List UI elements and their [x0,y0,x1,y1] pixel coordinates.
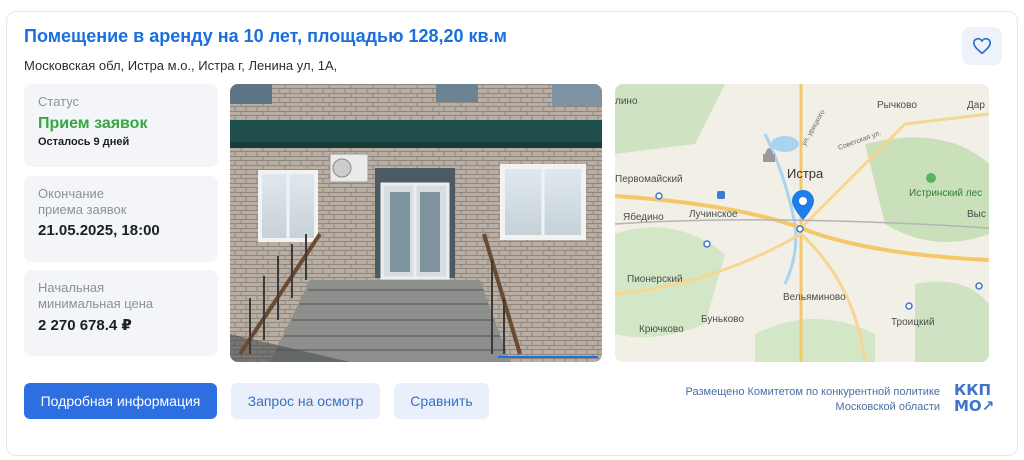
publisher-info: Размещено Комитетом по конкурентной поли… [686,385,940,415]
map-label-troitsky: Троицкий [891,317,935,328]
map-label-vys: Выс [967,209,986,220]
heart-icon [972,37,991,55]
deadline-label-line1: Окончание [38,186,105,201]
park-icon [926,173,936,183]
status-remaining: Осталось 9 дней [38,136,130,148]
status-value: Прием заявок [38,115,148,132]
logo-line1: ККП [954,381,992,399]
map-label-bunkovo: Бунько­во [701,314,744,325]
station-icon [717,191,725,199]
map-label-istra: Истра [787,166,824,181]
deadline-box: Окончание приема заявок 21.05.2025, 18:0… [24,176,218,262]
publisher-line2: Московской области [835,401,940,413]
map-label-pervomaysky: Первомайский [615,174,683,185]
price-value: 2 270 678.4 ₽ [38,317,132,334]
compare-button[interactable]: Сравнить [394,383,489,419]
map-label-velyaminovo: Вельяминово [783,292,846,303]
price-box: Начальная минимальная цена 2 270 678.4 ₽ [24,270,218,356]
inspection-request-button[interactable]: Запрос на осмотр [231,383,380,419]
listing-photo[interactable] [230,84,602,362]
status-box: Статус Прием заявок Осталось 9 дней [24,84,218,167]
kkp-mo-logo[interactable]: ККП МО↗ [954,382,998,414]
deadline-value: 21.05.2025, 18:00 [38,222,160,239]
logo-line2: МО↗ [954,397,995,415]
map-label-kryuchkovo: Крючково [639,324,684,335]
location-map[interactable]: лино Рычково Дар Первомайский Истра Истр… [615,84,989,362]
deadline-label-line2: приема заявок [38,202,127,217]
map-label-yabedino: Ябедино [623,211,664,223]
map-label-pionersky: Пионерский [627,274,683,285]
status-label: Статус [38,94,80,109]
map-label-ilino: лино [615,96,638,107]
map-label-dar: Дар [967,100,985,111]
map-label-istra-forest: Истринский лес [909,188,982,199]
publisher-line1: Размещено Комитетом по конкурентной поли… [685,386,940,398]
details-button[interactable]: Подробная информация [24,383,217,419]
price-label-line1: Начальная [38,280,105,295]
price-label-line2: минимальная цена [38,296,154,311]
listing-address: Московская обл, Истра м.о., Истра г, Лен… [24,58,338,73]
map-label-rychkovo: Рычково [877,100,917,111]
favorite-button[interactable] [962,27,1002,65]
map-label-luchinskoe: Лучинское [689,209,738,220]
listing-title[interactable]: Помещение в аренду на 10 лет, площадью 1… [24,26,507,47]
